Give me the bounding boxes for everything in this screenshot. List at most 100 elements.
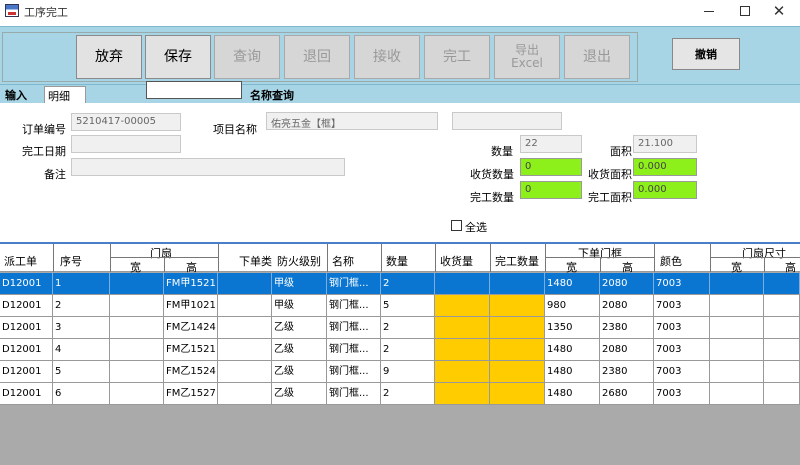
- cell-seq[interactable]: 2: [53, 295, 110, 316]
- area-field[interactable]: 21.100: [633, 135, 697, 153]
- table-row[interactable]: D12001 6 FM乙1527 乙级 钢门框... 2 1480 2680 7003: [0, 383, 800, 405]
- return-button[interactable]: 退回: [284, 35, 350, 79]
- cell-size-h[interactable]: [764, 361, 800, 382]
- cell-size-h[interactable]: [764, 383, 800, 404]
- table-row[interactable]: D12001 1 FM甲1521 甲级 钢门框... 2 1480 2080 7003: [0, 273, 800, 295]
- cell-size-w[interactable]: [710, 317, 764, 338]
- cell-leaf-w[interactable]: [110, 317, 164, 338]
- cell-type[interactable]: [218, 317, 272, 338]
- header-fire-level[interactable]: 防火级别: [277, 253, 321, 269]
- cell-frame-h[interactable]: 2080: [600, 295, 654, 316]
- cell-size-w[interactable]: [710, 273, 764, 294]
- undo-button[interactable]: 撤销: [672, 38, 740, 70]
- table-row[interactable]: D12001 5 FM乙1524 乙级 钢门框... 9 1480 2380 7003: [0, 361, 800, 383]
- complete-date-field[interactable]: [71, 135, 181, 153]
- header-color[interactable]: 颜色: [660, 253, 682, 269]
- cell-leaf-w[interactable]: [110, 339, 164, 360]
- cell-done[interactable]: [490, 317, 545, 338]
- cell-color[interactable]: 7003: [654, 361, 710, 382]
- cell-leaf-h[interactable]: FM乙1524: [164, 361, 218, 382]
- project-extra-field[interactable]: [452, 112, 562, 130]
- table-row[interactable]: D12001 4 FM乙1521 乙级 钢门框... 2 1480 2080 7003: [0, 339, 800, 361]
- cell-leaf-w[interactable]: [110, 273, 164, 294]
- cell-size-h[interactable]: [764, 339, 800, 360]
- cell-frame-w[interactable]: 1350: [545, 317, 600, 338]
- cell-qty[interactable]: 2: [381, 383, 435, 404]
- cell-fire[interactable]: 乙级: [272, 361, 327, 382]
- cell-leaf-h[interactable]: FM甲1521: [164, 273, 218, 294]
- cell-recv[interactable]: [435, 317, 490, 338]
- cell-recv[interactable]: [435, 273, 490, 294]
- cell-color[interactable]: 7003: [654, 339, 710, 360]
- recv-qty-field[interactable]: 0: [520, 158, 582, 176]
- cell-recv[interactable]: [435, 339, 490, 360]
- cell-fire[interactable]: 甲级: [272, 273, 327, 294]
- cell-leaf-w[interactable]: [110, 361, 164, 382]
- cell-leaf-h[interactable]: FM乙1527: [164, 383, 218, 404]
- cell-color[interactable]: 7003: [654, 383, 710, 404]
- cell-seq[interactable]: 3: [53, 317, 110, 338]
- cell-type[interactable]: [218, 383, 272, 404]
- cell-qty[interactable]: 2: [381, 273, 435, 294]
- cell-qty[interactable]: 2: [381, 317, 435, 338]
- cell-name[interactable]: 钢门框...: [327, 295, 381, 316]
- cell-frame-w[interactable]: 1480: [545, 339, 600, 360]
- cell-done[interactable]: [490, 295, 545, 316]
- cell-seq[interactable]: 4: [53, 339, 110, 360]
- cell-frame-h[interactable]: 2080: [600, 339, 654, 360]
- cell-type[interactable]: [218, 295, 272, 316]
- cell-size-w[interactable]: [710, 295, 764, 316]
- header-qty[interactable]: 数量: [386, 253, 408, 269]
- cell-qty[interactable]: 9: [381, 361, 435, 382]
- cell-type[interactable]: [218, 339, 272, 360]
- cell-done[interactable]: [490, 383, 545, 404]
- cell-qty[interactable]: 5: [381, 295, 435, 316]
- cell-done[interactable]: [490, 273, 545, 294]
- cell-dispatch[interactable]: D12001: [0, 273, 53, 294]
- abandon-button[interactable]: 放弃: [76, 35, 142, 79]
- cell-size-h[interactable]: [764, 317, 800, 338]
- remark-field[interactable]: [71, 158, 345, 176]
- cell-frame-w[interactable]: 1480: [545, 273, 600, 294]
- select-all-checkbox[interactable]: [451, 220, 462, 231]
- done-area-field[interactable]: 0.000: [633, 181, 697, 199]
- tab-input[interactable]: 输入: [2, 86, 30, 103]
- header-seq[interactable]: 序号: [60, 253, 82, 269]
- cell-color[interactable]: 7003: [654, 295, 710, 316]
- cell-color[interactable]: 7003: [654, 273, 710, 294]
- cell-name[interactable]: 钢门框...: [327, 317, 381, 338]
- cell-leaf-w[interactable]: [110, 383, 164, 404]
- export-excel-button[interactable]: 导出 Excel: [494, 35, 560, 79]
- project-name-field[interactable]: 佑亮五金【框】: [266, 112, 438, 130]
- data-grid[interactable]: 派工单 序号 门扇 宽 高 下单类 防火级别 名称 数量 收货量 完工数量 下单…: [0, 244, 800, 465]
- cell-name[interactable]: 钢门框...: [327, 339, 381, 360]
- cell-recv[interactable]: [435, 361, 490, 382]
- header-done-qty[interactable]: 完工数量: [495, 253, 539, 269]
- cell-frame-h[interactable]: 2680: [600, 383, 654, 404]
- cell-leaf-w[interactable]: [110, 295, 164, 316]
- cell-dispatch[interactable]: D12001: [0, 339, 53, 360]
- cell-color[interactable]: 7003: [654, 317, 710, 338]
- cell-done[interactable]: [490, 339, 545, 360]
- cell-frame-h[interactable]: 2380: [600, 361, 654, 382]
- header-dispatch[interactable]: 派工单: [4, 253, 37, 269]
- cell-type[interactable]: [218, 273, 272, 294]
- cell-name[interactable]: 钢门框...: [327, 361, 381, 382]
- cell-frame-w[interactable]: 1480: [545, 383, 600, 404]
- cell-recv[interactable]: [435, 295, 490, 316]
- cell-leaf-h[interactable]: FM乙1424: [164, 317, 218, 338]
- cell-name[interactable]: 钢门框...: [327, 273, 381, 294]
- cell-frame-w[interactable]: 980: [545, 295, 600, 316]
- cell-size-w[interactable]: [710, 383, 764, 404]
- cell-dispatch[interactable]: D12001: [0, 361, 53, 382]
- cell-fire[interactable]: 乙级: [272, 383, 327, 404]
- cell-fire[interactable]: 乙级: [272, 317, 327, 338]
- tab-detail[interactable]: 明细: [44, 86, 86, 103]
- cell-leaf-h[interactable]: FM甲1021: [164, 295, 218, 316]
- save-button[interactable]: 保存: [145, 35, 211, 79]
- cell-done[interactable]: [490, 361, 545, 382]
- recv-area-field[interactable]: 0.000: [633, 158, 697, 176]
- header-name[interactable]: 名称: [332, 253, 354, 269]
- table-row[interactable]: D12001 2 FM甲1021 甲级 钢门框... 5 980 2080 7003: [0, 295, 800, 317]
- table-row[interactable]: D12001 3 FM乙1424 乙级 钢门框... 2 1350 2380 7003: [0, 317, 800, 339]
